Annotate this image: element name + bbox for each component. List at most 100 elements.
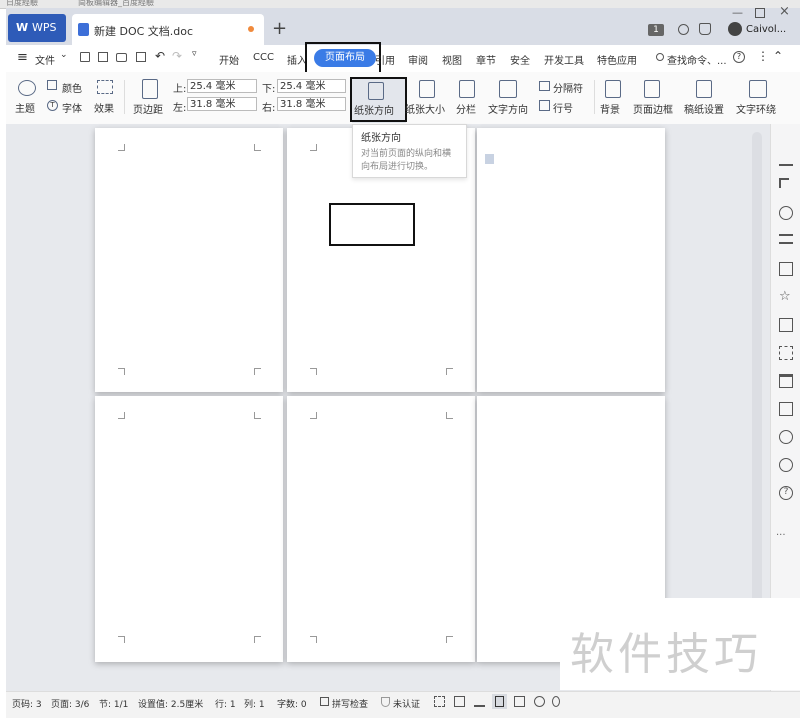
effects-icon[interactable]	[97, 80, 113, 94]
margin-button[interactable]: 页边距	[133, 101, 163, 116]
left-margin-input[interactable]: 31.8 毫米	[187, 97, 257, 111]
status-pages[interactable]: 页面: 3/6	[51, 697, 89, 710]
avatar[interactable]	[728, 22, 742, 36]
background-button[interactable]: 背景	[600, 101, 620, 116]
menu-ccc[interactable]: CCC	[253, 52, 274, 63]
menu-chapter[interactable]: 章节	[476, 52, 496, 67]
reading-mode-icon[interactable]	[454, 696, 465, 707]
document-page[interactable]	[477, 128, 665, 392]
status-page-code[interactable]: 页码: 3	[12, 697, 42, 710]
picture-icon[interactable]	[779, 402, 793, 416]
quick-access-dropdown-icon[interactable]: ▿	[192, 49, 197, 59]
pen-icon[interactable]	[779, 150, 793, 166]
effect-button[interactable]: 效果	[94, 100, 114, 115]
close-icon[interactable]: ×	[779, 4, 790, 19]
help-icon[interactable]: ?	[733, 51, 745, 63]
line-number-button[interactable]: 行号	[553, 100, 573, 115]
paper-size-icon[interactable]	[419, 80, 435, 98]
right-margin-input[interactable]: 31.8 毫米	[277, 97, 346, 111]
status-spellcheck[interactable]: 拼写检查	[332, 697, 368, 710]
color-button[interactable]: 颜色	[62, 80, 82, 95]
print-preview-icon[interactable]	[136, 52, 146, 62]
document-page[interactable]	[287, 396, 475, 662]
maximize-icon[interactable]	[755, 8, 765, 18]
outline-view-icon[interactable]	[514, 696, 525, 707]
status-words[interactable]: 字数: 0	[277, 697, 307, 710]
redo-icon[interactable]: ↷	[172, 49, 182, 63]
page-view-button[interactable]	[492, 694, 507, 709]
wps-home-tab[interactable]: W WPS	[8, 14, 66, 42]
theme-button[interactable]: 主题	[15, 100, 35, 115]
shapes-icon[interactable]	[779, 206, 793, 220]
vertical-scrollbar[interactable]	[752, 132, 762, 604]
separator-button[interactable]: 分隔符	[553, 80, 583, 95]
shirt-icon[interactable]	[699, 23, 711, 35]
undo-icon[interactable]: ↶	[155, 49, 165, 63]
page-border-icon[interactable]	[644, 80, 660, 98]
hamburger-icon[interactable]: ≡	[17, 50, 28, 65]
wps-logo-icon: W	[16, 21, 29, 34]
menu-security[interactable]: 安全	[510, 52, 530, 67]
browser-tab[interactable]: 简板编辑器_百度經驗	[78, 0, 154, 8]
menu-developer-tools[interactable]: 开发工具	[544, 52, 584, 67]
flow-icon[interactable]	[779, 346, 793, 360]
document-page[interactable]	[95, 396, 283, 662]
menu-insert[interactable]: 插入	[287, 52, 307, 67]
bottom-margin-input[interactable]: 25.4 毫米	[277, 79, 346, 93]
margin-icon[interactable]	[142, 79, 158, 99]
more-icon[interactable]: ⋮	[757, 49, 769, 63]
chevron-down-icon[interactable]: ⌄	[60, 50, 68, 60]
paper-size-button[interactable]: 纸张大小	[405, 101, 445, 116]
eye-protect-icon[interactable]	[552, 696, 560, 707]
menu-file[interactable]: 文件	[35, 52, 55, 67]
share-icon[interactable]	[779, 318, 793, 332]
export-pdf-icon[interactable]	[98, 52, 108, 62]
archive-icon[interactable]	[779, 374, 793, 388]
menu-references[interactable]: 引用	[375, 52, 395, 67]
skin-icon[interactable]	[678, 24, 689, 35]
menu-special-apps[interactable]: 特色应用	[597, 52, 637, 67]
text-wrap-icon[interactable]	[749, 80, 767, 98]
image-search-icon[interactable]	[779, 262, 793, 276]
document-page[interactable]	[95, 128, 283, 392]
status-certify[interactable]: 未认证	[393, 697, 420, 710]
window-count-badge[interactable]: 1	[648, 24, 664, 36]
more-icon[interactable]: ···	[776, 530, 786, 541]
text-direction-button[interactable]: 文字方向	[488, 101, 528, 116]
columns-button[interactable]: 分栏	[456, 101, 476, 116]
menu-review[interactable]: 审阅	[408, 52, 428, 67]
text-direction-icon[interactable]	[499, 80, 517, 98]
grid-paper-button[interactable]: 稿纸设置	[684, 101, 724, 116]
browser-tab[interactable]: 日度經驗	[6, 0, 38, 8]
text-wrap-button[interactable]: 文字环绕	[736, 101, 776, 116]
minimize-icon[interactable]: —	[732, 6, 743, 19]
page-note-icon[interactable]	[485, 154, 494, 164]
print-icon[interactable]	[116, 53, 127, 62]
top-margin-input[interactable]: 25.4 毫米	[187, 79, 257, 93]
menu-view[interactable]: 视图	[442, 52, 462, 67]
page-border-button[interactable]: 页面边框	[633, 101, 673, 116]
help-icon[interactable]: ?	[779, 486, 793, 500]
menu-start[interactable]: 开始	[219, 52, 239, 67]
search-icon[interactable]	[656, 53, 664, 61]
palette-icon[interactable]	[18, 80, 36, 96]
line-number-icon	[539, 100, 550, 111]
status-setting[interactable]: 设置值: 2.5厘米	[138, 697, 203, 710]
download-icon[interactable]	[779, 430, 793, 444]
write-mode-icon[interactable]	[474, 696, 485, 707]
collapse-ribbon-icon[interactable]: ⌃	[773, 49, 783, 63]
command-search[interactable]: 查找命令、...	[667, 52, 727, 67]
web-view-icon[interactable]	[534, 696, 545, 707]
adjust-icon[interactable]	[779, 234, 793, 244]
background-icon[interactable]	[605, 80, 621, 98]
user-name[interactable]: Caivol...	[746, 24, 786, 35]
history-icon[interactable]	[779, 458, 793, 472]
save-icon[interactable]	[80, 52, 90, 62]
new-tab-button[interactable]: +	[272, 18, 287, 39]
fullscreen-icon[interactable]	[434, 696, 445, 707]
font-button[interactable]: 字体	[62, 100, 82, 115]
columns-icon[interactable]	[459, 80, 475, 98]
grid-paper-icon[interactable]	[696, 80, 712, 98]
star-icon[interactable]: ☆	[779, 290, 793, 304]
cursor-icon[interactable]	[779, 178, 789, 188]
